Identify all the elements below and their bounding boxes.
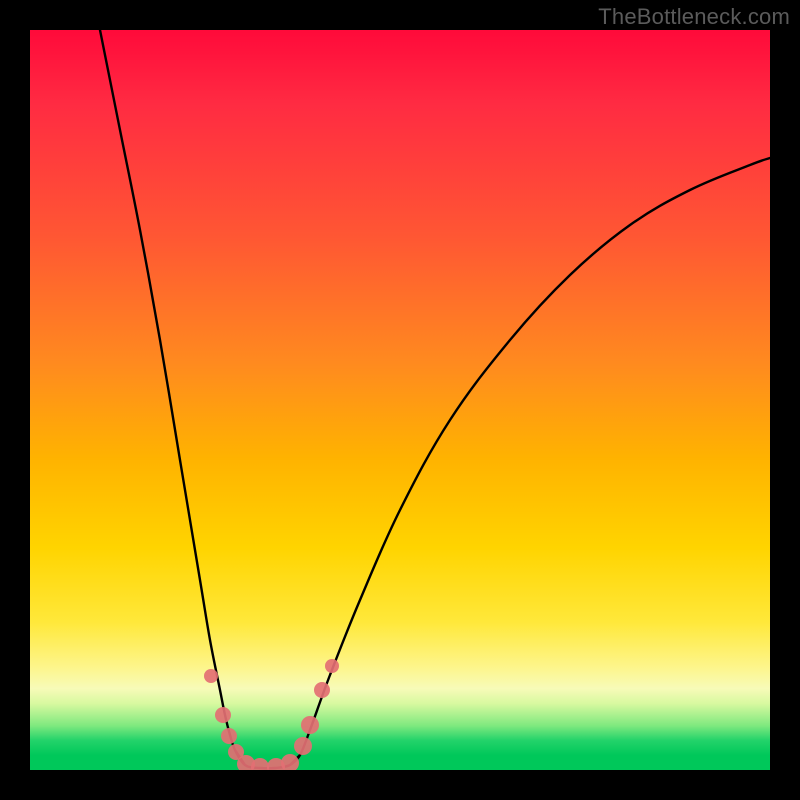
curve-marker [281,754,299,770]
curve-marker [204,669,218,683]
curve-marker [325,659,339,673]
bottleneck-path [100,30,770,768]
plot-area [30,30,770,770]
curve-marker [314,682,330,698]
attribution-text: TheBottleneck.com [598,4,790,30]
curve-marker [301,716,319,734]
curve-marker [221,728,237,744]
curve-marker [294,737,312,755]
bottleneck-curve [30,30,770,770]
curve-marker [215,707,231,723]
chart-frame: TheBottleneck.com [0,0,800,800]
